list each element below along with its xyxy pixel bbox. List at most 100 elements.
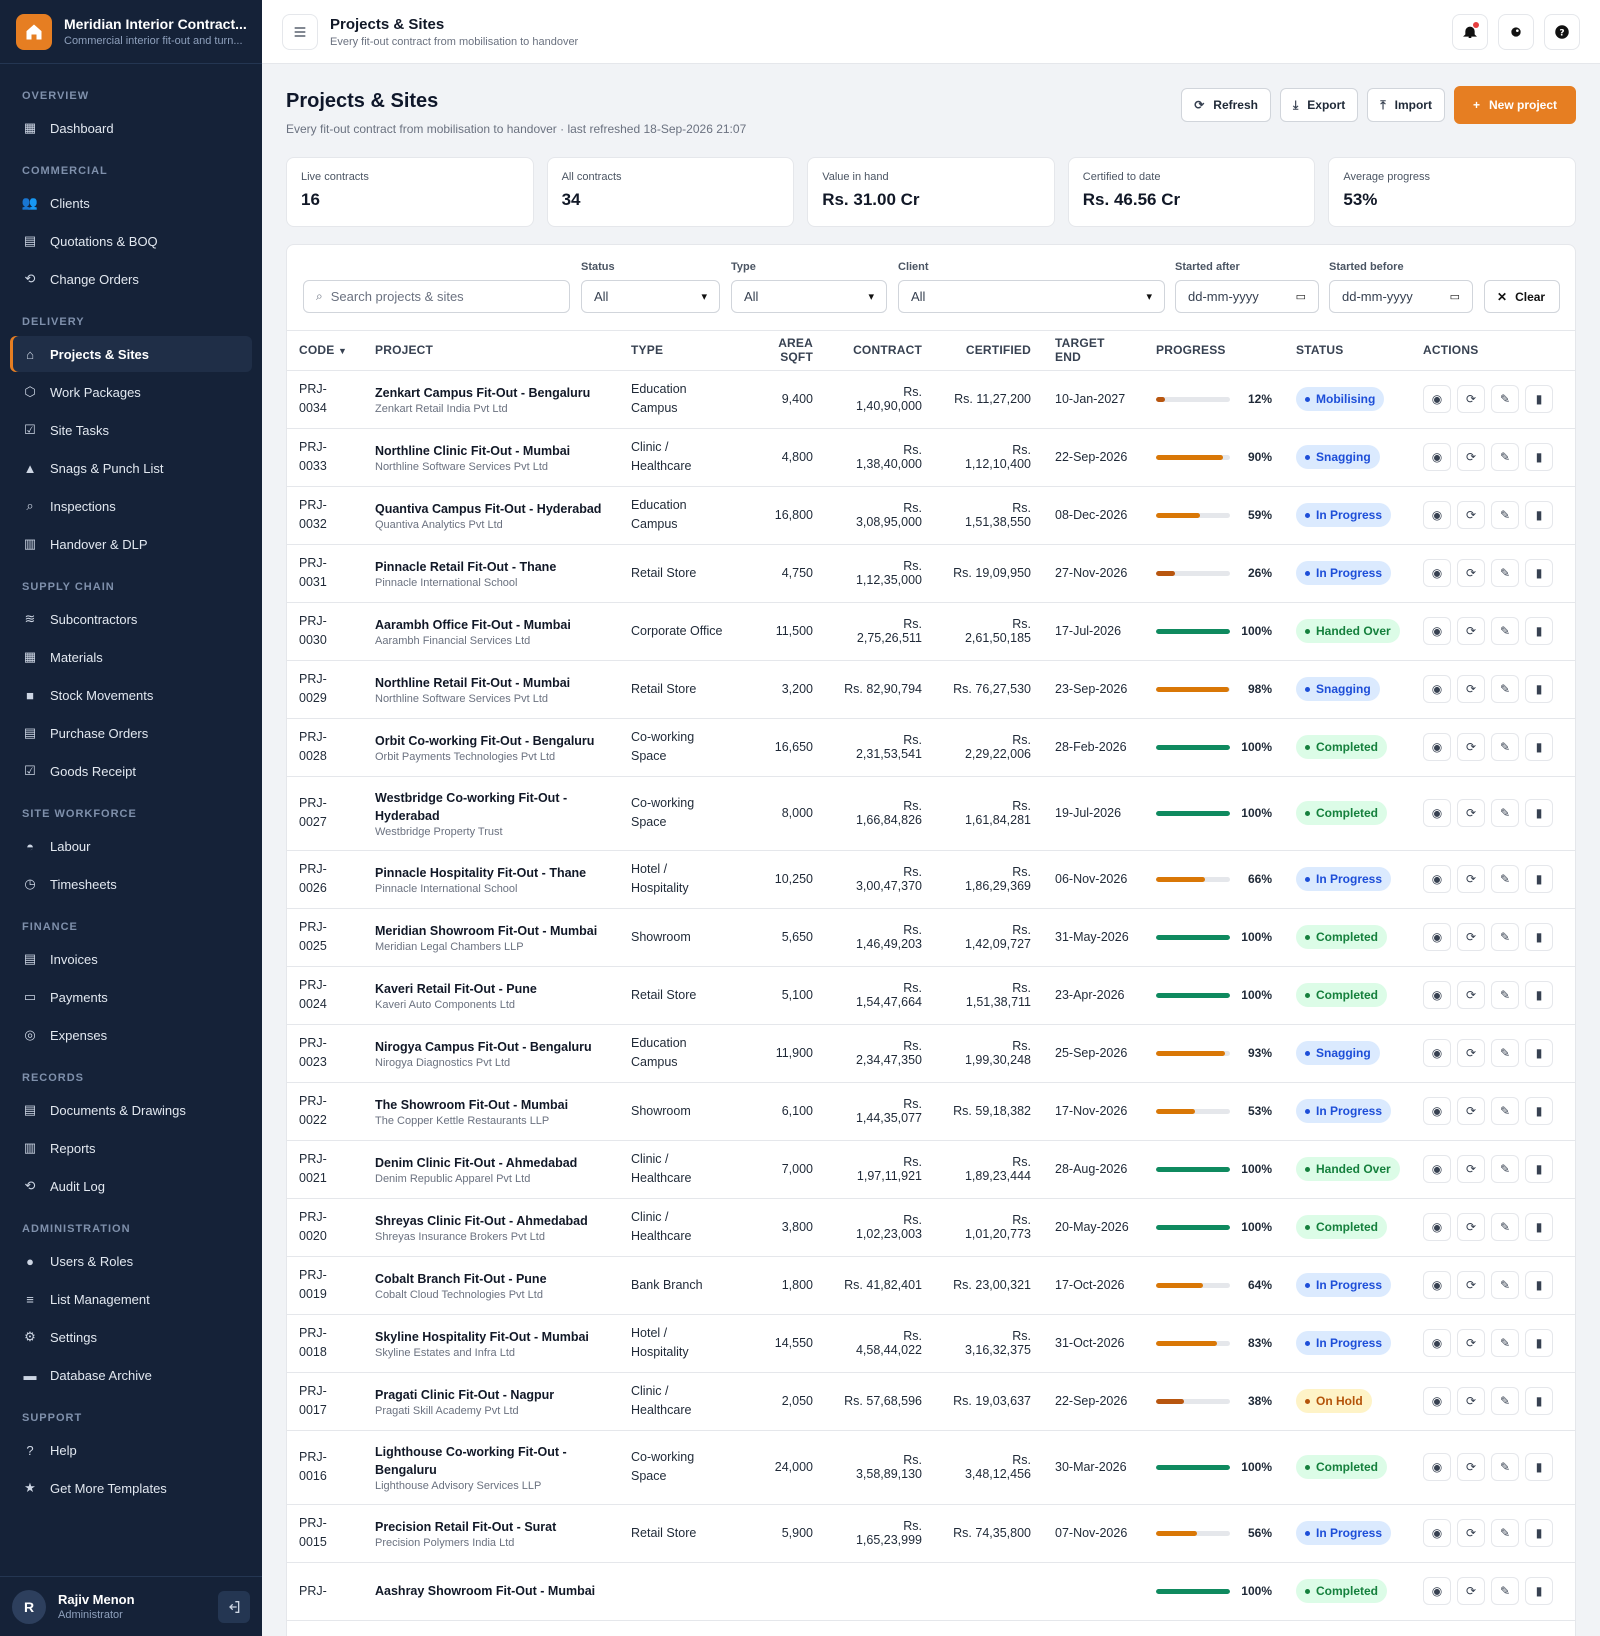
reset-button[interactable]: ⟳ (1457, 675, 1485, 703)
started-after-input[interactable]: dd-mm-yyyy ▭ (1175, 280, 1319, 313)
reset-button[interactable]: ⟳ (1457, 1039, 1485, 1067)
column-area[interactable]: AREA SQFT (737, 331, 825, 371)
delete-button[interactable]: ▮ (1525, 1519, 1553, 1547)
sidebar-item-inspections[interactable]: ⌕ Inspections (10, 488, 252, 524)
delete-button[interactable]: ▮ (1525, 1039, 1553, 1067)
project-name[interactable]: Northline Clinic Fit-Out - Mumbai (375, 442, 607, 460)
cell-project[interactable]: Shreyas Clinic Fit-Out - Ahmedabad Shrey… (363, 1198, 619, 1256)
edit-button[interactable]: ✎ (1491, 1387, 1519, 1415)
view-button[interactable]: ◉ (1423, 1271, 1451, 1299)
edit-button[interactable]: ✎ (1491, 1155, 1519, 1183)
sidebar-item-stock-movements[interactable]: ■ Stock Movements (10, 677, 252, 713)
column-progress[interactable]: PROGRESS (1144, 331, 1284, 371)
reset-button[interactable]: ⟳ (1457, 1519, 1485, 1547)
cell-project[interactable]: Zenkart Campus Fit-Out - Bengaluru Zenka… (363, 370, 619, 428)
project-name[interactable]: Orbit Co-working Fit-Out - Bengaluru (375, 732, 607, 750)
table-row[interactable]: PRJ- 0027 Westbridge Co-working Fit-Out -… (287, 776, 1575, 850)
cell-project[interactable]: Pragati Clinic Fit-Out - Nagpur Pragati … (363, 1372, 619, 1430)
delete-button[interactable]: ▮ (1525, 1329, 1553, 1357)
delete-button[interactable]: ▮ (1525, 675, 1553, 703)
reset-button[interactable]: ⟳ (1457, 1453, 1485, 1481)
edit-button[interactable]: ✎ (1491, 865, 1519, 893)
table-row[interactable]: PRJ- 0030 Aarambh Office Fit-Out - Mumbai… (287, 602, 1575, 660)
delete-button[interactable]: ▮ (1525, 443, 1553, 471)
table-row[interactable]: PRJ- 0029 Northline Retail Fit-Out - Mumb… (287, 660, 1575, 718)
view-button[interactable]: ◉ (1423, 865, 1451, 893)
sidebar-item-goods-receipt[interactable]: ☑ Goods Receipt (10, 753, 252, 789)
view-button[interactable]: ◉ (1423, 675, 1451, 703)
project-name[interactable]: Lighthouse Co-working Fit-Out - Bengalur… (375, 1443, 607, 1479)
edit-button[interactable]: ✎ (1491, 923, 1519, 951)
column-project[interactable]: PROJECT (363, 331, 619, 371)
cell-project[interactable]: Meridian Showroom Fit-Out - Mumbai Merid… (363, 908, 619, 966)
project-name[interactable]: The Showroom Fit-Out - Mumbai (375, 1096, 607, 1114)
reset-button[interactable]: ⟳ (1457, 1387, 1485, 1415)
cell-project[interactable]: Westbridge Co-working Fit-Out - Hyderaba… (363, 776, 619, 850)
edit-button[interactable]: ✎ (1491, 1213, 1519, 1241)
reset-button[interactable]: ⟳ (1457, 733, 1485, 761)
edit-button[interactable]: ✎ (1491, 1329, 1519, 1357)
menu-toggle-button[interactable] (282, 13, 318, 50)
edit-button[interactable]: ✎ (1491, 1577, 1519, 1605)
view-button[interactable]: ◉ (1423, 1387, 1451, 1415)
sidebar-item-dashboard[interactable]: ▦ Dashboard (10, 110, 252, 146)
sidebar-item-purchase-orders[interactable]: ▤ Purchase Orders (10, 715, 252, 751)
project-name[interactable]: Meridian Showroom Fit-Out - Mumbai (375, 922, 607, 940)
table-row[interactable]: PRJ- 0020 Shreyas Clinic Fit-Out - Ahmeda… (287, 1198, 1575, 1256)
sidebar-item-database-archive[interactable]: ▬ Database Archive (10, 1357, 252, 1393)
cell-project[interactable]: Nirogya Campus Fit-Out - Bengaluru Nirog… (363, 1024, 619, 1082)
notifications-button[interactable] (1452, 13, 1488, 50)
new-project-button[interactable]: + New project (1453, 86, 1576, 124)
view-button[interactable]: ◉ (1423, 1329, 1451, 1357)
table-row[interactable]: PRJ- 0028 Orbit Co-working Fit-Out - Beng… (287, 718, 1575, 776)
sidebar-item-documents-drawings[interactable]: ▤ Documents & Drawings (10, 1092, 252, 1128)
cell-project[interactable]: Pinnacle Hospitality Fit-Out - Thane Pin… (363, 850, 619, 908)
project-name[interactable]: Northline Retail Fit-Out - Mumbai (375, 674, 607, 692)
cell-project[interactable]: Lighthouse Co-working Fit-Out - Bengalur… (363, 1430, 619, 1504)
edit-button[interactable]: ✎ (1491, 559, 1519, 587)
project-name[interactable]: Pinnacle Retail Fit-Out - Thane (375, 558, 607, 576)
cell-project[interactable]: Quantiva Campus Fit-Out - Hyderabad Quan… (363, 486, 619, 544)
sidebar-item-payments[interactable]: ▭ Payments (10, 979, 252, 1015)
cell-project[interactable]: Aashray Showroom Fit-Out - Mumbai (363, 1562, 619, 1620)
view-button[interactable]: ◉ (1423, 1519, 1451, 1547)
project-name[interactable]: Quantiva Campus Fit-Out - Hyderabad (375, 500, 607, 518)
reset-button[interactable]: ⟳ (1457, 981, 1485, 1009)
delete-button[interactable]: ▮ (1525, 799, 1553, 827)
cell-project[interactable]: Cobalt Branch Fit-Out - Pune Cobalt Clou… (363, 1256, 619, 1314)
reset-button[interactable]: ⟳ (1457, 799, 1485, 827)
export-button[interactable]: ⤓ Export (1279, 88, 1359, 122)
reset-button[interactable]: ⟳ (1457, 1213, 1485, 1241)
table-row[interactable]: PRJ- 0016 Lighthouse Co-working Fit-Out -… (287, 1430, 1575, 1504)
project-name[interactable]: Skyline Hospitality Fit-Out - Mumbai (375, 1328, 607, 1346)
sidebar-item-quotations-boq[interactable]: ▤ Quotations & BOQ (10, 223, 252, 259)
delete-button[interactable]: ▮ (1525, 1213, 1553, 1241)
edit-button[interactable]: ✎ (1491, 501, 1519, 529)
view-button[interactable]: ◉ (1423, 617, 1451, 645)
type-select[interactable]: All ▾ (731, 280, 887, 313)
sidebar-item-handover-dlp[interactable]: ▥ Handover & DLP (10, 526, 252, 562)
delete-button[interactable]: ▮ (1525, 385, 1553, 413)
reset-button[interactable]: ⟳ (1457, 1155, 1485, 1183)
table-row[interactable]: PRJ- 0024 Kaveri Retail Fit-Out - Pune Ka… (287, 966, 1575, 1024)
table-row[interactable]: PRJ- 0031 Pinnacle Retail Fit-Out - Thane… (287, 544, 1575, 602)
search-input[interactable]: ⌕ Search projects & sites (303, 280, 570, 313)
column-contract[interactable]: CONTRACT (825, 331, 934, 371)
edit-button[interactable]: ✎ (1491, 799, 1519, 827)
sidebar-item-expenses[interactable]: ◎ Expenses (10, 1017, 252, 1053)
cell-project[interactable]: Orbit Co-working Fit-Out - Bengaluru Orb… (363, 718, 619, 776)
delete-button[interactable]: ▮ (1525, 617, 1553, 645)
sidebar-item-users-roles[interactable]: ● Users & Roles (10, 1243, 252, 1279)
column-target-end[interactable]: TARGET END (1043, 331, 1144, 371)
table-row[interactable]: PRJ- 0033 Northline Clinic Fit-Out - Mumb… (287, 428, 1575, 486)
delete-button[interactable]: ▮ (1525, 923, 1553, 951)
edit-button[interactable]: ✎ (1491, 1453, 1519, 1481)
delete-button[interactable]: ▮ (1525, 981, 1553, 1009)
table-row[interactable]: PRJ- 0025 Meridian Showroom Fit-Out - Mum… (287, 908, 1575, 966)
cell-project[interactable]: Northline Retail Fit-Out - Mumbai Northl… (363, 660, 619, 718)
project-name[interactable]: Pinnacle Hospitality Fit-Out - Thane (375, 864, 607, 882)
table-row[interactable]: PRJ- Aashray Showroom Fit-Out - Mumbai 1… (287, 1562, 1575, 1620)
view-button[interactable]: ◉ (1423, 501, 1451, 529)
view-button[interactable]: ◉ (1423, 1213, 1451, 1241)
reset-button[interactable]: ⟳ (1457, 1329, 1485, 1357)
